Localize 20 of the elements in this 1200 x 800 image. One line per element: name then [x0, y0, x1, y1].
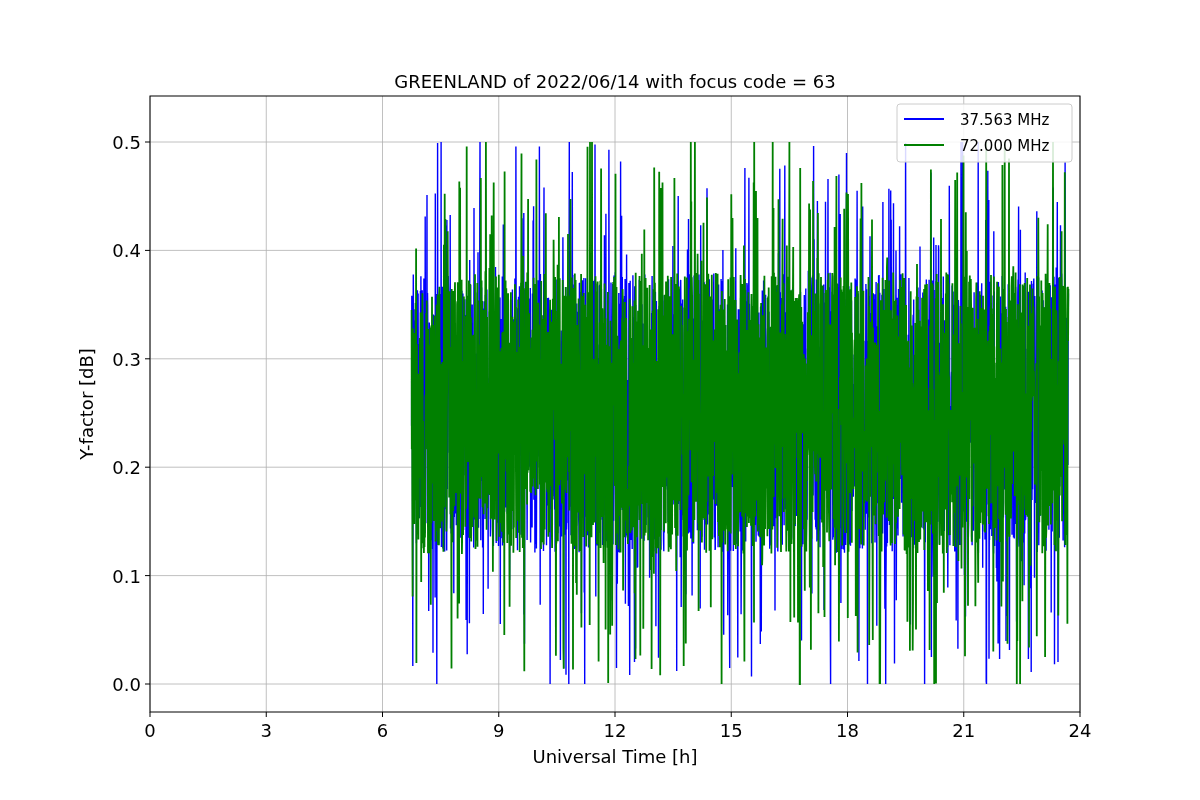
legend-label: 37.563 MHz [960, 111, 1050, 129]
chart-title: GREENLAND of 2022/06/14 with focus code = 63 [394, 71, 836, 92]
x-tick-label: 6 [376, 720, 389, 741]
x-tick-label: 18 [836, 720, 859, 741]
x-tick-label: 21 [952, 720, 976, 741]
x-tick-label: 9 [493, 720, 505, 741]
x-tick-label: 3 [260, 720, 272, 741]
y-tick-label: 0.3 [112, 348, 141, 370]
x-tick-label: 15 [719, 720, 743, 741]
y-tick-label: 0.1 [112, 565, 141, 587]
legend-label: 72.000 MHz [960, 137, 1050, 155]
x-tick-label: 24 [1068, 720, 1092, 741]
x-tick-label: 12 [603, 720, 627, 741]
y-axis-label: Y-factor [dB] [76, 348, 97, 460]
y-tick-label: 0.5 [112, 132, 141, 153]
x-tick-label: 0 [144, 720, 156, 741]
y-tick-label: 0.4 [112, 240, 141, 262]
x-axis-label: Universal Time [h] [532, 746, 698, 767]
y-tick-label: 0.2 [112, 457, 141, 479]
y-tick-label: 0.0 [112, 674, 141, 695]
